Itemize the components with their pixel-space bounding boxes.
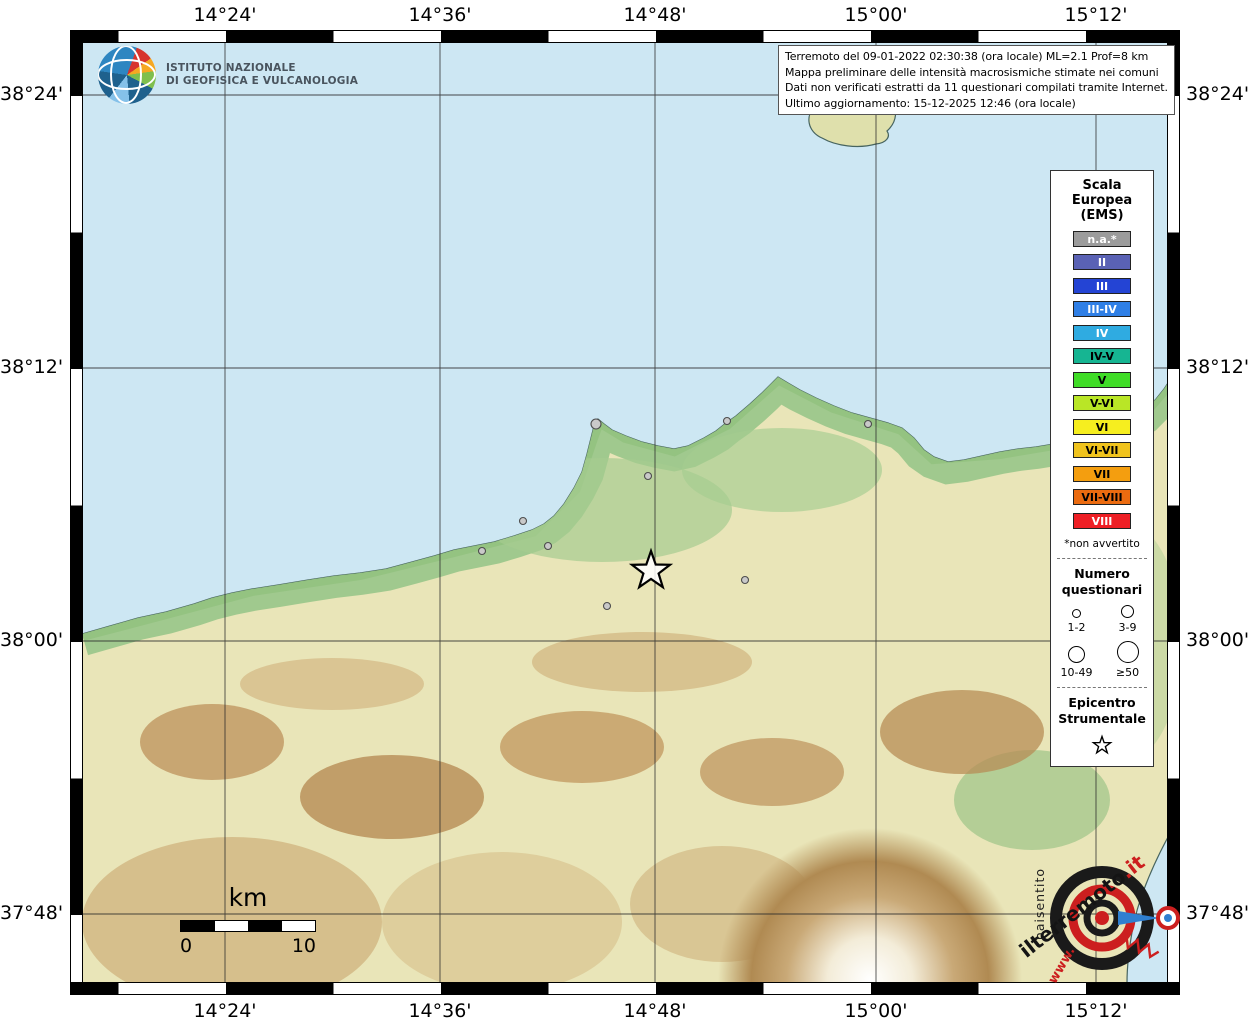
lon-label-bottom-2: 14°48'	[610, 1000, 700, 1022]
legend-title: Scala Europea (EMS)	[1051, 178, 1153, 223]
scale-bar-graphic	[180, 920, 316, 932]
lat-label-left-0: 38°24'	[0, 83, 62, 105]
legend-level-v: V	[1073, 372, 1131, 388]
epicenter-star-icon	[1090, 733, 1114, 757]
lon-label-bottom-1: 14°36'	[395, 1000, 485, 1022]
questionnaire-dot	[479, 548, 486, 555]
legend-level-vi: VI	[1073, 419, 1131, 435]
scale-segment	[181, 921, 215, 931]
watermark-vertical-text: haisentito	[1032, 868, 1047, 940]
institute-name-line1: ISTITUTO NAZIONALE	[166, 62, 358, 75]
legend-level-vii-viii: VII-VIII	[1073, 489, 1131, 505]
questionnaire-size-legend: 1-2 3-9 10-49 ≥50	[1051, 605, 1153, 679]
legend-level-iv-v: IV-V	[1073, 348, 1131, 364]
legend-level-iii-iv: III-IV	[1073, 301, 1131, 317]
questionnaire-dot	[724, 418, 731, 425]
lat-label-left-3: 37°48'	[0, 902, 62, 924]
legend-footnote: *non avvertito	[1051, 538, 1153, 550]
event-title: Terremoto del 09-01-2022 02:30:38 (ora l…	[785, 49, 1168, 65]
circle-size-4-icon	[1117, 641, 1139, 663]
scale-segment	[248, 921, 282, 931]
circle-size-2-icon	[1121, 605, 1134, 618]
questionnaire-class-4-label: ≥50	[1116, 666, 1139, 679]
ingv-logo-text: ISTITUTO NAZIONALE DI GEOFISICA E VULCAN…	[166, 62, 358, 88]
questionnaire-legend-title: Numero questionari	[1051, 566, 1153, 598]
questionnaire-dot	[545, 543, 552, 550]
lat-label-left-2: 38°00'	[0, 629, 62, 651]
legend-level-viii: VIII	[1073, 513, 1131, 529]
scale-segment	[282, 921, 316, 931]
lat-label-left-1: 38°12'	[0, 356, 62, 378]
questionnaire-class-1: 1-2	[1051, 605, 1102, 634]
questionnaire-dot	[865, 421, 872, 428]
legend-divider	[1057, 687, 1147, 688]
lon-label-top-0: 14°24'	[180, 4, 270, 26]
lat-label-right-0: 38°24'	[1186, 83, 1254, 105]
lon-label-bottom-3: 15°00'	[831, 1000, 921, 1022]
terrain-map	[82, 42, 1168, 983]
lon-label-bottom-4: 15°12'	[1051, 1000, 1141, 1022]
legend-level-vii: VII	[1073, 466, 1131, 482]
questionnaire-dot	[604, 603, 611, 610]
last-update: Ultimo aggiornamento: 15-12-2025 12:46 (…	[785, 96, 1168, 112]
event-info-box: Terremoto del 09-01-2022 02:30:38 (ora l…	[778, 45, 1175, 115]
questionnaire-dot	[645, 473, 652, 480]
questionnaire-class-3: 10-49	[1051, 641, 1102, 679]
lon-label-bottom-0: 14°24'	[180, 1000, 270, 1022]
ingv-logo: ISTITUTO NAZIONALE DI GEOFISICA E VULCAN…	[98, 46, 358, 104]
questionnaire-class-1-label: 1-2	[1068, 621, 1086, 634]
institute-name-line2: DI GEOFISICA E VULCANOLOGIA	[166, 75, 358, 88]
map-scale-bar: km 0 10	[180, 884, 316, 957]
scale-start-label: 0	[180, 935, 192, 957]
map-description: Mappa preliminare delle intensità macros…	[785, 65, 1168, 81]
scale-end-label: 10	[292, 935, 316, 957]
lat-label-right-2: 38°00'	[1186, 629, 1254, 651]
questionnaire-dot	[742, 577, 749, 584]
questionnaire-dot	[591, 419, 601, 429]
legend-divider	[1057, 558, 1147, 559]
legend-level-ii: II	[1073, 254, 1131, 270]
legend-level-vi-vii: VI-VII	[1073, 442, 1131, 458]
legend-panel: Scala Europea (EMS) n.a.* II III III-IV …	[1050, 170, 1154, 767]
circle-size-3-icon	[1068, 646, 1085, 663]
map-canvas	[82, 42, 1168, 983]
legend-level-iv: IV	[1073, 325, 1131, 341]
lon-label-top-3: 15°00'	[831, 4, 921, 26]
lat-label-right-1: 38°12'	[1186, 356, 1254, 378]
watermark-logo: ilterremoto.it haisentito www.	[1012, 842, 1227, 998]
frame-band-top	[71, 31, 1179, 43]
ingv-globe-icon	[98, 46, 156, 104]
questionnaire-class-2: 3-9	[1102, 605, 1153, 634]
epicenter-legend-title: Epicentro Strumentale	[1051, 695, 1153, 727]
questionnaire-dot	[520, 518, 527, 525]
questionnaire-class-2-label: 3-9	[1119, 621, 1137, 634]
circle-size-1-icon	[1072, 609, 1081, 618]
questionnaire-class-3-label: 10-49	[1061, 666, 1093, 679]
legend-level-na: n.a.*	[1073, 231, 1131, 247]
scale-bar-labels: 0 10	[180, 935, 316, 957]
lon-label-top-4: 15°12'	[1051, 4, 1141, 26]
scale-unit-label: km	[180, 884, 316, 912]
questionnaire-class-4: ≥50	[1102, 641, 1153, 679]
lon-label-top-1: 14°36'	[395, 4, 485, 26]
scale-segment	[215, 921, 249, 931]
lon-label-top-2: 14°48'	[610, 4, 700, 26]
frame-band-left	[71, 31, 83, 994]
legend-level-iii: III	[1073, 278, 1131, 294]
macroseismic-map-page: 14°24' 14°36' 14°48' 15°00' 15°12' 14°24…	[0, 0, 1254, 1024]
data-source-note: Dati non verificati estratti da 11 quest…	[785, 80, 1168, 96]
legend-level-v-vi: V-VI	[1073, 395, 1131, 411]
